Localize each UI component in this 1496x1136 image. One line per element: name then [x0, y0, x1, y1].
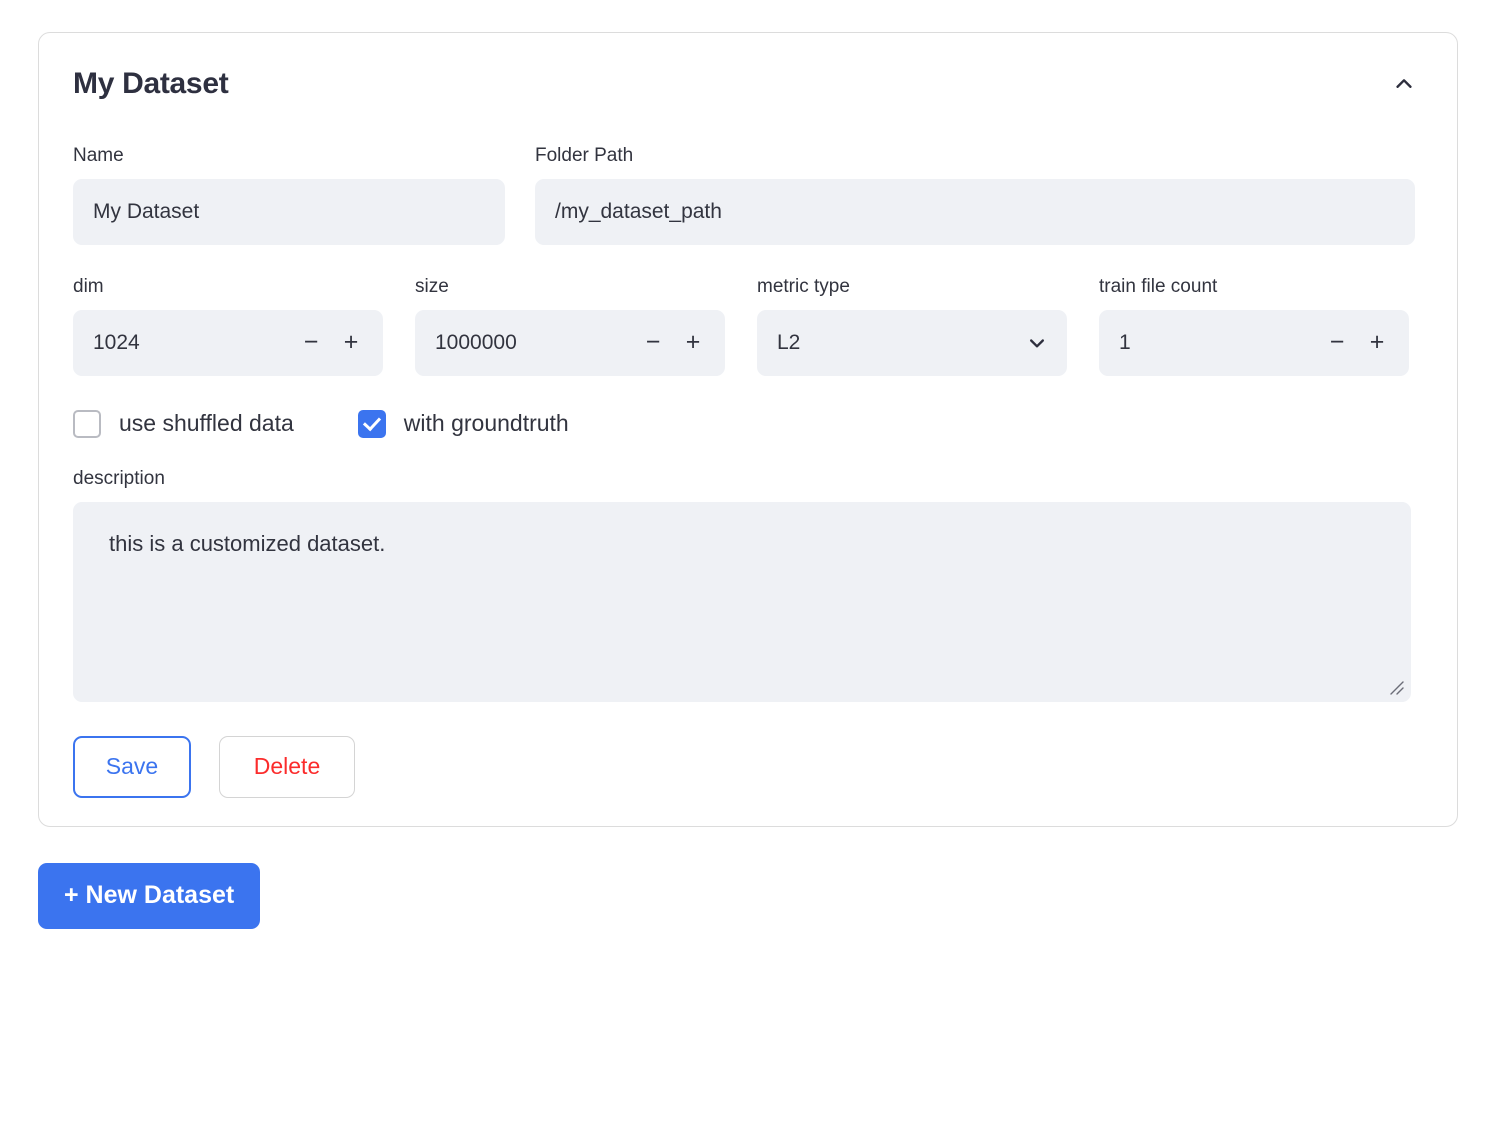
dataset-card: My Dataset Name Folder Path dim [38, 32, 1458, 827]
use-shuffled-data-checkbox-group[interactable]: use shuffled data [73, 410, 294, 438]
description-wrapper: this is a customized dataset. [73, 502, 1411, 702]
folder-path-label: Folder Path [535, 146, 1415, 167]
page-title: My Dataset [73, 67, 228, 100]
name-input[interactable] [73, 179, 505, 245]
dim-increment-button[interactable]: + [331, 321, 371, 365]
page-root: My Dataset Name Folder Path dim [0, 0, 1496, 1136]
dim-input[interactable] [93, 331, 291, 355]
dim-label: dim [73, 277, 383, 298]
size-decrement-button[interactable]: − [633, 321, 673, 365]
collapse-toggle-button[interactable] [1385, 69, 1423, 99]
size-increment-button[interactable]: + [673, 321, 713, 365]
description-textarea[interactable]: this is a customized dataset. [73, 502, 1411, 702]
numeric-row: dim − + size − + metric type L2 [73, 277, 1423, 376]
chevron-up-icon [1393, 73, 1415, 95]
dim-stepper: − + [73, 310, 383, 376]
dim-decrement-button[interactable]: − [291, 321, 331, 365]
new-dataset-button[interactable]: + New Dataset [38, 863, 260, 929]
use-shuffled-data-label: use shuffled data [119, 410, 294, 437]
description-field-group: description this is a customized dataset… [73, 468, 1423, 702]
card-header: My Dataset [73, 67, 1423, 100]
delete-button[interactable]: Delete [219, 736, 355, 798]
name-path-row: Name Folder Path [73, 146, 1423, 245]
size-stepper: − + [415, 310, 725, 376]
metric-type-value: L2 [777, 331, 800, 355]
train-file-count-increment-button[interactable]: + [1357, 321, 1397, 365]
save-button[interactable]: Save [73, 736, 191, 798]
size-label: size [415, 277, 725, 298]
with-groundtruth-label: with groundtruth [404, 410, 569, 437]
metric-type-select[interactable]: L2 [757, 310, 1067, 376]
dim-field-group: dim − + [73, 277, 383, 376]
train-file-count-decrement-button[interactable]: − [1317, 321, 1357, 365]
with-groundtruth-checkbox[interactable] [358, 410, 386, 438]
size-field-group: size − + [415, 277, 725, 376]
metric-type-label: metric type [757, 277, 1067, 298]
train-file-count-field-group: train file count − + [1099, 277, 1409, 376]
checkbox-row: use shuffled data with groundtruth [73, 406, 1423, 438]
train-file-count-label: train file count [1099, 277, 1409, 298]
metric-type-field-group: metric type L2 [757, 277, 1067, 376]
description-label: description [73, 468, 1423, 490]
use-shuffled-data-checkbox[interactable] [73, 410, 101, 438]
train-file-count-stepper: − + [1099, 310, 1409, 376]
folder-path-input[interactable] [535, 179, 1415, 245]
name-field-group: Name [73, 146, 505, 245]
name-label: Name [73, 146, 505, 167]
folder-path-field-group: Folder Path [535, 146, 1415, 245]
chevron-down-icon [1027, 333, 1047, 353]
with-groundtruth-checkbox-group[interactable]: with groundtruth [358, 410, 569, 438]
size-input[interactable] [435, 331, 633, 355]
train-file-count-input[interactable] [1119, 331, 1317, 355]
card-actions: Save Delete [73, 736, 1423, 798]
